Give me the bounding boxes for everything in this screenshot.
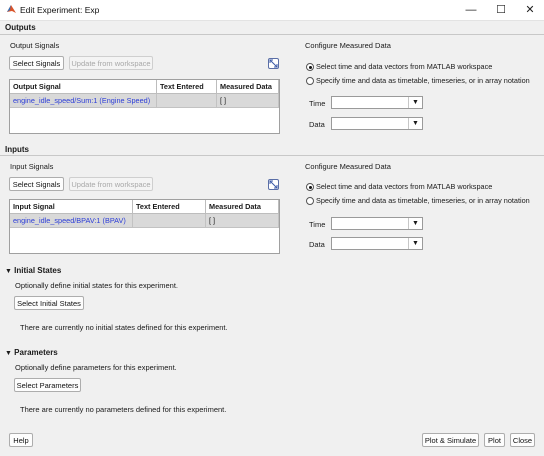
- close-icon[interactable]: ✕: [514, 0, 544, 20]
- table-cell-measured-data[interactable]: [ ]: [206, 214, 279, 228]
- close-button[interactable]: Close: [510, 433, 535, 447]
- table-cell-text-entered[interactable]: [133, 214, 206, 228]
- help-button[interactable]: Help: [9, 433, 33, 447]
- input-radio-array-notation[interactable]: [306, 197, 314, 205]
- input-data-dropdown[interactable]: ▼: [331, 237, 423, 250]
- output-time-label: Time: [309, 99, 326, 108]
- table-header-text-entered[interactable]: Text Entered: [157, 80, 217, 94]
- window-title: Edit Experiment: Exp: [20, 5, 100, 15]
- output-time-dropdown[interactable]: ▼: [331, 96, 423, 109]
- parameters-description: Optionally define parameters for this ex…: [15, 363, 177, 372]
- chevron-down-icon[interactable]: ▼: [408, 218, 422, 229]
- inputs-divider: [0, 155, 544, 156]
- parameters-title: Parameters: [14, 348, 58, 357]
- output-select-signals-button[interactable]: Select Signals: [9, 56, 64, 70]
- input-time-label: Time: [309, 220, 326, 229]
- minimize-icon[interactable]: —: [455, 0, 487, 20]
- output-data-label: Data: [309, 120, 325, 129]
- plot-and-simulate-button[interactable]: Plot & Simulate: [422, 433, 479, 447]
- select-parameters-button[interactable]: Select Parameters: [14, 378, 81, 392]
- input-configure-title: Configure Measured Data: [305, 162, 391, 171]
- output-configure-title: Configure Measured Data: [305, 41, 391, 50]
- table-header-measured-data[interactable]: Measured Data: [217, 80, 279, 94]
- input-time-dropdown[interactable]: ▼: [331, 217, 423, 230]
- input-radio-array-notation-label[interactable]: Specify time and data as timetable, time…: [316, 196, 530, 205]
- input-expand-table-icon[interactable]: [268, 179, 279, 190]
- output-signal-table[interactable]: Output Signal Text Entered Measured Data…: [9, 79, 280, 134]
- output-signals-title: Output Signals: [10, 41, 60, 50]
- table-cell-measured-data[interactable]: [ ]: [217, 94, 279, 108]
- output-radio-workspace[interactable]: [306, 63, 314, 71]
- initial-states-title: Initial States: [14, 266, 62, 275]
- plot-button[interactable]: Plot: [484, 433, 505, 447]
- input-select-signals-button[interactable]: Select Signals: [9, 177, 64, 191]
- outputs-section-title: Outputs: [5, 23, 36, 32]
- chevron-down-icon[interactable]: ▼: [408, 238, 422, 249]
- window-title-bar: Edit Experiment: Exp — ☐ ✕: [0, 0, 544, 21]
- input-radio-workspace[interactable]: [306, 183, 314, 191]
- table-header-measured-data[interactable]: Measured Data: [206, 200, 279, 214]
- input-radio-workspace-label[interactable]: Select time and data vectors from MATLAB…: [316, 182, 492, 191]
- initial-states-status: There are currently no initial states de…: [20, 323, 228, 332]
- input-data-label: Data: [309, 240, 325, 249]
- inputs-section-title: Inputs: [5, 145, 29, 154]
- output-radio-array-notation-label[interactable]: Specify time and data as timetable, time…: [316, 76, 530, 85]
- outputs-divider: [0, 34, 544, 35]
- output-expand-table-icon[interactable]: [268, 58, 279, 69]
- input-signals-title: Input Signals: [10, 162, 54, 171]
- table-cell-output-signal[interactable]: engine_idle_speed/Sum:1 (Engine Speed): [10, 94, 157, 108]
- chevron-down-icon[interactable]: ▼: [408, 97, 422, 108]
- initial-states-description: Optionally define initial states for thi…: [15, 281, 178, 290]
- collapse-triangle-icon[interactable]: ▼: [5, 350, 12, 357]
- parameters-header[interactable]: ▼ Parameters: [5, 348, 58, 357]
- maximize-icon[interactable]: ☐: [485, 0, 517, 20]
- matlab-app-icon: [7, 5, 16, 13]
- input-update-from-workspace-button[interactable]: Update from workspace: [69, 177, 153, 191]
- output-radio-workspace-label[interactable]: Select time and data vectors from MATLAB…: [316, 62, 492, 71]
- table-header-input-signal[interactable]: Input Signal: [10, 200, 133, 214]
- collapse-triangle-icon[interactable]: ▼: [5, 268, 12, 275]
- table-cell-text-entered[interactable]: [157, 94, 217, 108]
- parameters-status: There are currently no parameters define…: [20, 405, 227, 414]
- table-cell-input-signal[interactable]: engine_idle_speed/BPAV:1 (BPAV): [10, 214, 133, 228]
- output-update-from-workspace-button[interactable]: Update from workspace: [69, 56, 153, 70]
- table-header-text-entered[interactable]: Text Entered: [133, 200, 206, 214]
- output-radio-array-notation[interactable]: [306, 77, 314, 85]
- chevron-down-icon[interactable]: ▼: [408, 118, 422, 129]
- table-header-output-signal[interactable]: Output Signal: [10, 80, 157, 94]
- output-data-dropdown[interactable]: ▼: [331, 117, 423, 130]
- select-initial-states-button[interactable]: Select Initial States: [14, 296, 84, 310]
- initial-states-header[interactable]: ▼ Initial States: [5, 266, 61, 275]
- input-signal-table[interactable]: Input Signal Text Entered Measured Data …: [9, 199, 280, 254]
